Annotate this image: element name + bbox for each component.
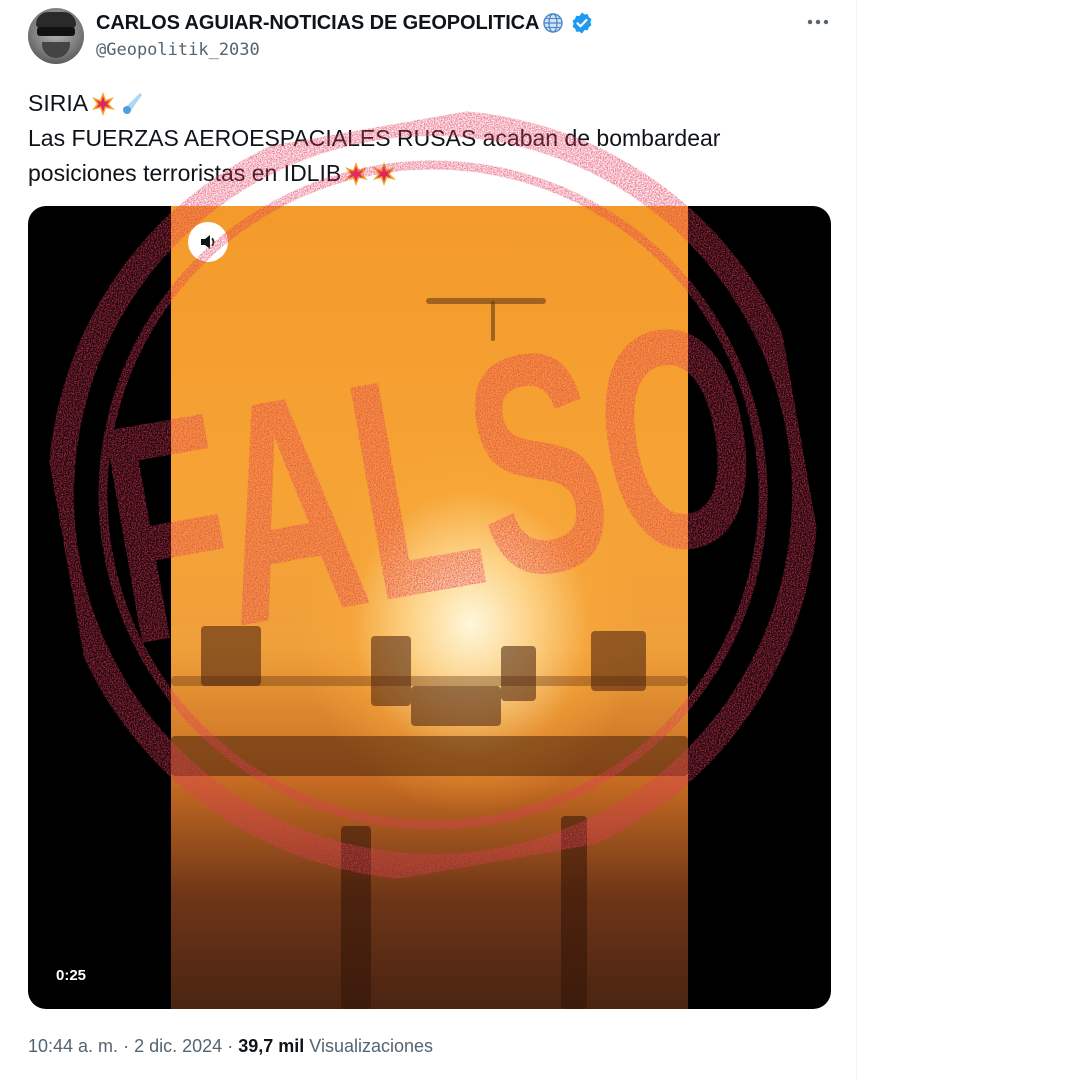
comet-emoji-icon: [123, 92, 143, 114]
views-count: 39,7 mil: [238, 1036, 305, 1056]
tweet-meta: 10:44 a. m. · 2 dic. 2024 · 39,7 mil Vis…: [28, 1036, 433, 1057]
views-label: Visualizaciones: [309, 1036, 434, 1056]
verified-badge-icon[interactable]: [570, 11, 594, 35]
tweet-text: SIRIA Las FUERZAS AEROESPACIALES RUSAS a…: [28, 86, 720, 191]
meta-separator: ·: [227, 1036, 234, 1056]
video-duration: 0:25: [50, 964, 93, 987]
collision-emoji-icon: [92, 91, 116, 116]
meta-separator: ·: [123, 1036, 130, 1056]
mute-button[interactable]: [188, 222, 228, 262]
avatar[interactable]: [28, 8, 84, 64]
video-frame[interactable]: [171, 206, 688, 1009]
video-player[interactable]: 0:25: [28, 206, 831, 1009]
tweet-text-line-2: Las FUERZAS AEROESPACIALES RUSAS acaban …: [28, 125, 721, 151]
collision-emoji-icon: [373, 161, 397, 186]
tweet-text-line-3: posiciones terroristas en IDLIB: [28, 160, 342, 186]
author-name-text: CARLOS AGUIAR-NOTICIAS DE GEOPOLITICA: [96, 11, 540, 34]
tweet-date[interactable]: 2 dic. 2024: [134, 1036, 222, 1056]
collision-emoji-icon: [345, 161, 369, 186]
author-handle[interactable]: @Geopolitik_2030: [96, 40, 260, 60]
tweet-time[interactable]: 10:44 a. m.: [28, 1036, 118, 1056]
author-name[interactable]: CARLOS AGUIAR-NOTICIAS DE GEOPOLITICA: [96, 11, 594, 35]
more-options-icon[interactable]: [800, 8, 836, 36]
speaker-icon: [201, 235, 215, 249]
tweet-text-line-1: SIRIA: [28, 90, 89, 116]
globe-icon: [543, 13, 564, 33]
tweet-card: CARLOS AGUIAR-NOTICIAS DE GEOPOLITICA @G…: [0, 0, 857, 1080]
